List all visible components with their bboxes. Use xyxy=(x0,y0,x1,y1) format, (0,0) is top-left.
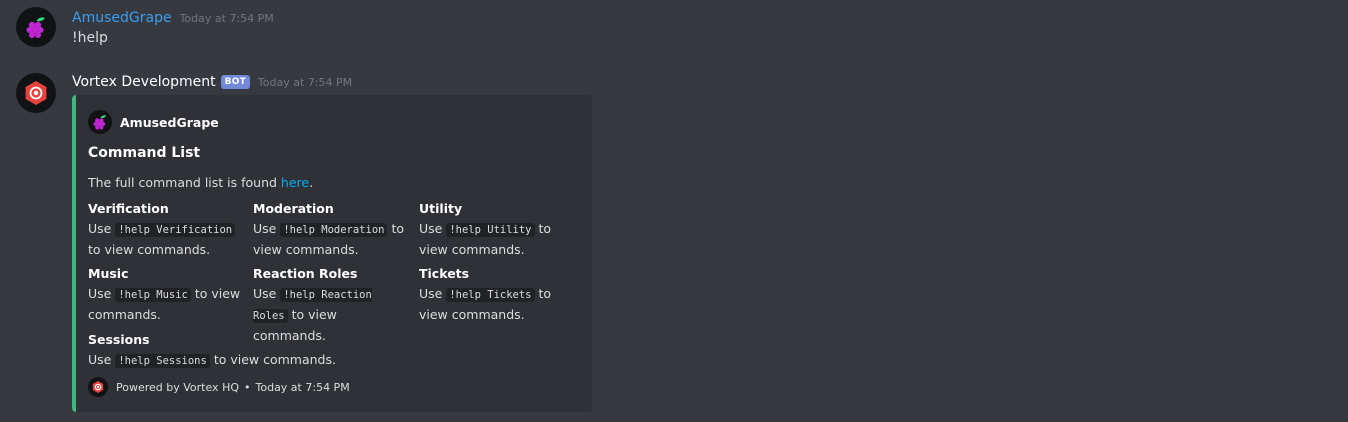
field-name: Sessions xyxy=(88,332,150,347)
footer-separator: • xyxy=(244,380,251,394)
message-timestamp: Today at 7:54 PM xyxy=(179,11,274,25)
field-text: Use xyxy=(88,352,116,367)
field-name: Utility xyxy=(419,201,463,216)
embed-author-name: AmusedGrape xyxy=(120,114,219,130)
command-code: !help Tickets xyxy=(446,288,535,302)
embed-footer: Powered by Vortex HQ • Today at 7:54 PM xyxy=(88,377,350,397)
field-sessions: Sessions Use !help Sessions to view comm… xyxy=(88,331,488,371)
message-header: Vortex Development BOT Today at 7:54 PM xyxy=(72,72,352,92)
username[interactable]: Vortex Development xyxy=(72,74,216,90)
field-music: Music Use !help Music to view commands. xyxy=(88,265,246,324)
username[interactable]: AmusedGrape xyxy=(72,10,172,26)
embed: AmusedGrape Command List The full comman… xyxy=(72,95,592,412)
field-value: Use !help Verification to view commands. xyxy=(88,219,246,259)
footer-icon xyxy=(88,377,108,397)
field-value: Use !help Music to view commands. xyxy=(88,284,246,324)
bot-avatar[interactable] xyxy=(16,73,56,113)
description-suffix: . xyxy=(309,175,314,190)
command-list-link[interactable]: here xyxy=(281,175,309,190)
message-content: !help xyxy=(72,30,108,46)
field-value: Use !help Moderation to view commands. xyxy=(253,219,411,259)
field-value: Use !help Sessions to view commands. xyxy=(88,350,488,371)
description-text: The full command list is found xyxy=(88,175,281,190)
footer-text: Powered by Vortex HQ xyxy=(116,380,239,394)
field-name: Verification xyxy=(88,201,169,216)
message-vortex: Vortex Development BOT Today at 7:54 PM xyxy=(0,68,1348,422)
footer-timestamp: Today at 7:54 PM xyxy=(255,380,350,394)
field-text: Use xyxy=(253,221,281,236)
field-text: Use xyxy=(419,286,447,301)
bot-tag: BOT xyxy=(220,75,250,89)
field-name: Reaction Roles xyxy=(253,266,358,281)
field-text: Use xyxy=(88,221,116,236)
command-code: !help Sessions xyxy=(115,354,210,368)
embed-title: Command List xyxy=(88,145,201,161)
command-code: !help Music xyxy=(115,288,191,302)
command-code: !help Moderation xyxy=(280,223,388,237)
user-avatar[interactable] xyxy=(16,7,56,47)
embed-author-avatar xyxy=(88,110,112,134)
embed-author: AmusedGrape xyxy=(88,110,219,134)
grape-icon xyxy=(93,115,107,130)
field-name: Music xyxy=(88,266,129,281)
grape-icon xyxy=(26,17,45,38)
field-text: Use xyxy=(253,286,281,301)
field-text: to view commands. xyxy=(88,242,211,257)
field-verification: Verification Use !help Verification to v… xyxy=(88,200,246,259)
embed-description: The full command list is found here. xyxy=(88,175,313,190)
field-utility: Utility Use !help Utility to view comman… xyxy=(419,200,577,259)
vortex-hexagon-icon xyxy=(25,81,47,105)
field-text: Use xyxy=(419,221,447,236)
message-amusedgrape: AmusedGrape Today at 7:54 PM !help xyxy=(0,0,1348,60)
message-header: AmusedGrape Today at 7:54 PM xyxy=(72,8,274,28)
command-code: !help Verification xyxy=(115,223,236,237)
command-code: !help Utility xyxy=(446,223,535,237)
field-tickets: Tickets Use !help Tickets to view comman… xyxy=(419,265,577,324)
field-name: Moderation xyxy=(253,201,334,216)
vortex-hexagon-icon xyxy=(92,381,104,393)
chat-messages: AmusedGrape Today at 7:54 PM !help Vorte… xyxy=(0,0,1348,422)
message-timestamp: Today at 7:54 PM xyxy=(257,75,353,89)
field-name: Tickets xyxy=(419,266,470,281)
field-value: Use !help Utility to view commands. xyxy=(419,219,577,259)
field-text: to view commands. xyxy=(209,352,336,367)
field-moderation: Moderation Use !help Moderation to view … xyxy=(253,200,411,259)
field-value: Use !help Tickets to view commands. xyxy=(419,284,577,324)
field-text: Use xyxy=(88,286,116,301)
